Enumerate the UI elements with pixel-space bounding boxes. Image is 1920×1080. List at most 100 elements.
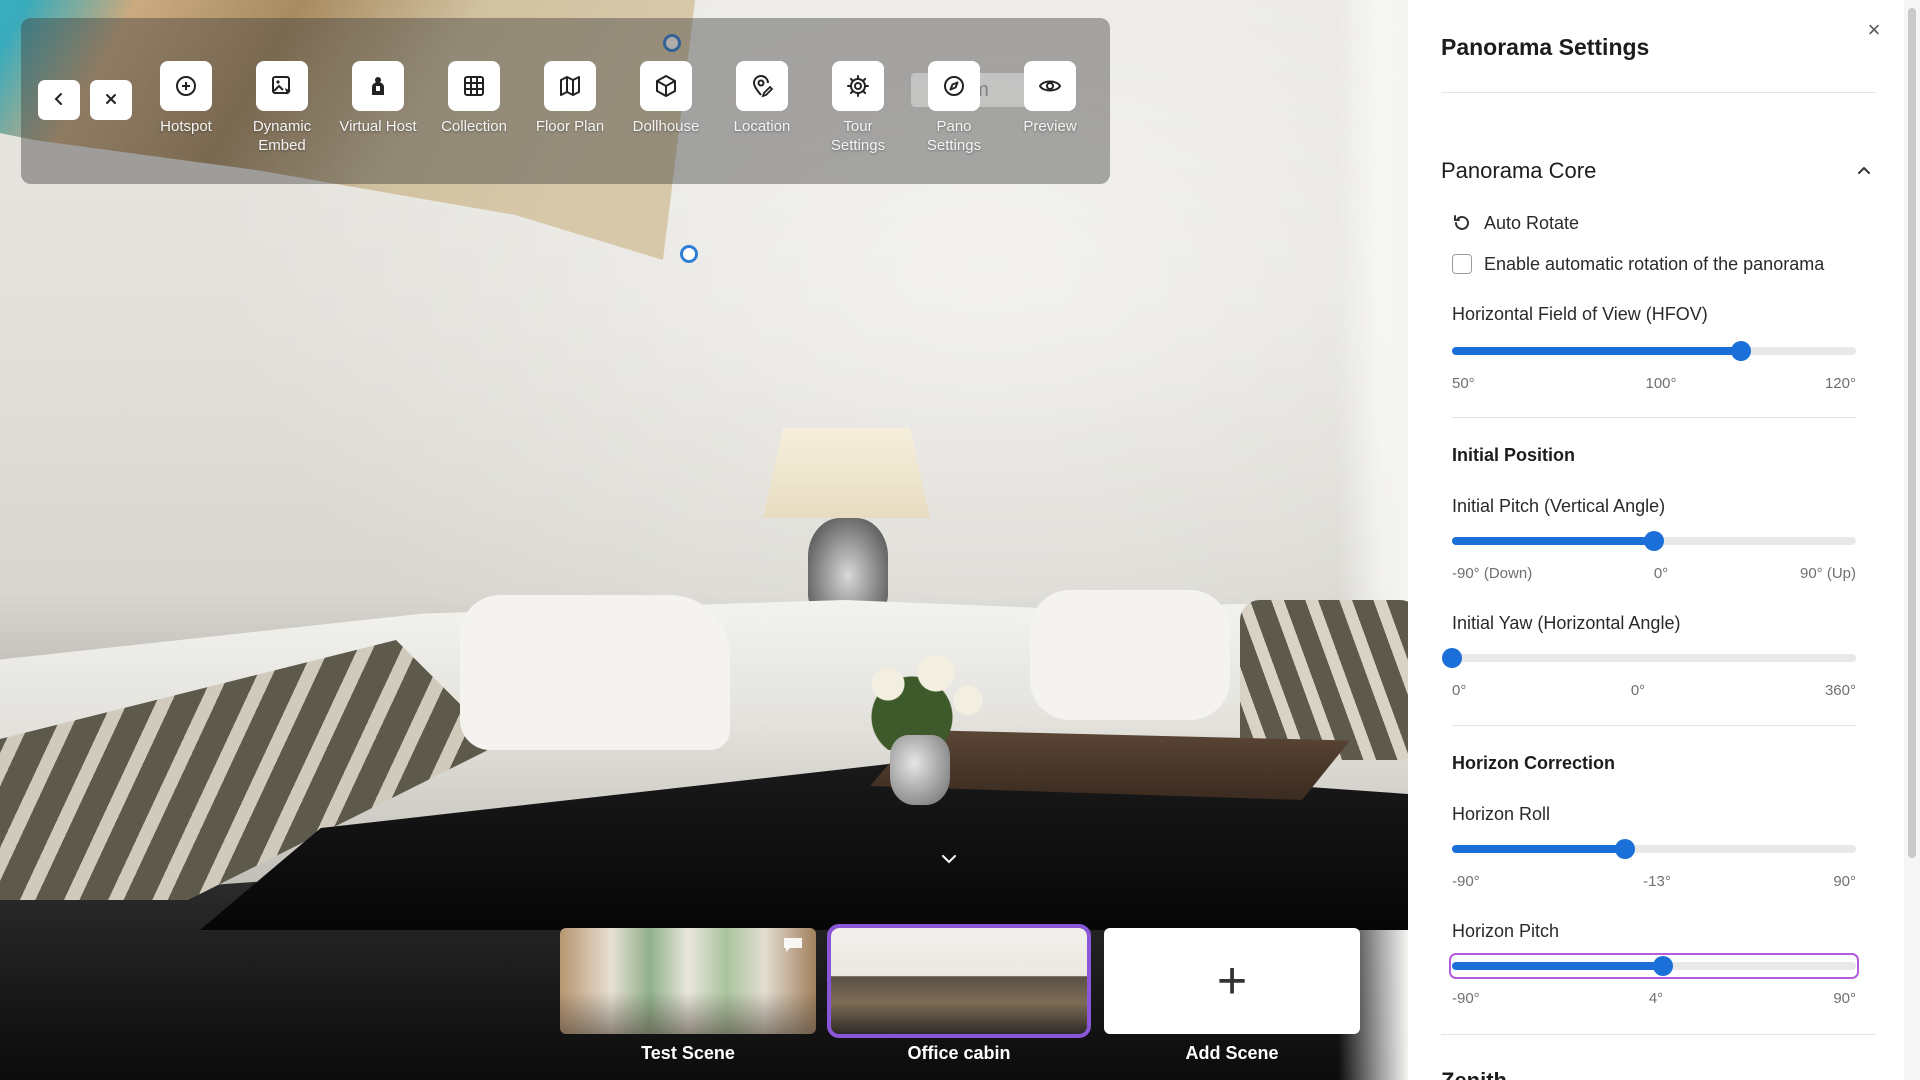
divider — [1452, 725, 1856, 726]
slider-knob[interactable] — [1614, 839, 1635, 859]
virtual-host-icon — [352, 61, 404, 111]
slider-fill — [1452, 537, 1654, 545]
initial-pitch-slider[interactable] — [1452, 531, 1856, 551]
zebra-pillow-right — [1240, 600, 1408, 760]
scene-label: Add Scene — [1185, 1043, 1279, 1063]
tool-label: Virtual Host — [339, 118, 417, 135]
panel-title: Panorama Settings — [1441, 34, 1650, 60]
gear-icon — [832, 61, 884, 111]
vase — [890, 735, 950, 805]
tool-label: Collection — [441, 118, 507, 135]
horizon-pitch-max-label: 90° — [1833, 990, 1856, 1007]
plus-icon: + — [1216, 952, 1248, 1010]
horizon-roll-mid-label: -13° — [1643, 873, 1671, 890]
tool-pano-settings[interactable]: Pano Settings — [909, 61, 999, 155]
initial-yaw-max-label: 360° — [1824, 682, 1856, 699]
panel-scrollbar[interactable] — [1904, 0, 1920, 1080]
rotate-icon — [1452, 213, 1472, 238]
flowers — [840, 640, 1000, 750]
floor-plan-icon — [544, 61, 596, 111]
tool-collection[interactable]: Collection — [429, 61, 519, 136]
tool-label: Dynamic Embed — [252, 118, 312, 154]
initial-pitch-min-label: -90° (Down) — [1452, 565, 1533, 582]
initial-pitch-mid-label: 0° — [1653, 565, 1669, 582]
tool-preview[interactable]: Preview — [1005, 61, 1095, 136]
hfov-slider[interactable] — [1452, 341, 1856, 361]
initial-yaw-slider[interactable] — [1442, 648, 1856, 668]
comment-icon — [782, 936, 804, 959]
tool-label: Hotspot — [160, 118, 212, 135]
initial-position-heading: Initial Position — [1452, 445, 1576, 465]
slider-fill — [1452, 845, 1625, 853]
initial-pitch-label: Initial Pitch (Vertical Angle) — [1452, 496, 1666, 516]
horizon-roll-label: Horizon Roll — [1452, 804, 1551, 824]
lamp-shade — [763, 428, 930, 518]
initial-yaw-min-label: 0° — [1452, 682, 1467, 699]
resize-handle-bottom[interactable] — [680, 245, 698, 263]
section-title[interactable]: Panorama Core — [1441, 158, 1596, 184]
location-icon — [736, 61, 788, 111]
horizon-roll-max-label: 90° — [1833, 873, 1856, 890]
scene-thumbnail-office-cabin[interactable] — [827, 924, 1091, 1038]
divider — [1452, 417, 1856, 418]
collapse-scenes-chevron-icon[interactable] — [938, 848, 960, 870]
tool-dynamic-embed[interactable]: Dynamic Embed — [237, 61, 327, 155]
editor-toolbar: Be om Hotspot Dynamic Embed — [21, 18, 1110, 184]
tool-label: Tour Settings — [830, 118, 886, 154]
tool-location[interactable]: Location — [717, 61, 807, 136]
tool-virtual-host[interactable]: Virtual Host — [333, 61, 423, 136]
close-toolbar-button[interactable] — [90, 80, 132, 120]
chevron-left-icon — [52, 90, 66, 111]
divider — [1441, 1034, 1876, 1035]
zenith-section-title[interactable]: Zenith — [1441, 1068, 1507, 1080]
compass-icon — [928, 61, 980, 111]
dollhouse-icon — [640, 61, 692, 111]
tool-label: Preview — [1023, 118, 1077, 135]
dynamic-embed-icon — [256, 61, 308, 111]
slider-knob[interactable] — [1644, 531, 1664, 551]
add-scene-button[interactable]: + — [1104, 928, 1360, 1034]
slider-knob[interactable] — [1730, 341, 1751, 361]
hfov-label: Horizontal Field of View (HFOV) — [1452, 304, 1708, 324]
slider-track — [1452, 654, 1856, 662]
white-pillow — [1030, 590, 1230, 720]
horizon-correction-heading: Horizon Correction — [1452, 753, 1616, 773]
close-icon — [104, 90, 118, 111]
scene-label: Test Scene — [641, 1043, 735, 1063]
scene-thumbnail-test-scene[interactable] — [560, 928, 816, 1034]
initial-yaw-label: Initial Yaw (Horizontal Angle) — [1452, 613, 1681, 633]
horizon-pitch-slider[interactable] — [1449, 953, 1859, 979]
horizon-pitch-label: Horizon Pitch — [1452, 921, 1560, 941]
initial-pitch-max-label: 90° (Up) — [1799, 565, 1856, 582]
tool-floor-plan[interactable]: Floor Plan — [525, 61, 615, 136]
divider — [1441, 92, 1876, 93]
close-panel-button[interactable]: × — [1860, 16, 1888, 44]
auto-rotate-label: Auto Rotate — [1484, 213, 1580, 233]
auto-rotate-checkbox[interactable] — [1452, 254, 1472, 274]
hfov-min-label: 50° — [1452, 375, 1475, 392]
tool-label: Pano Settings — [926, 118, 982, 154]
close-icon: × — [1867, 17, 1881, 42]
eye-icon — [1024, 61, 1076, 111]
tool-label: Location — [733, 118, 791, 135]
auto-rotate-checkbox-label[interactable]: Enable automatic rotation of the panoram… — [1484, 254, 1824, 275]
chevron-up-icon[interactable] — [1854, 160, 1874, 180]
slider-knob[interactable] — [1442, 648, 1462, 668]
lamp-base — [808, 518, 888, 614]
back-button[interactable] — [38, 80, 80, 120]
collection-icon — [448, 61, 500, 111]
tool-label: Dollhouse — [632, 118, 700, 135]
scrollbar-thumb[interactable] — [1908, 8, 1916, 858]
horizon-pitch-min-label: -90° — [1452, 990, 1480, 1007]
hotspot-icon — [160, 61, 212, 111]
panorama-viewport[interactable]: Be om Hotspot Dynamic Embed — [0, 0, 1408, 1080]
tool-label: Floor Plan — [535, 118, 605, 135]
horizon-roll-slider[interactable] — [1452, 839, 1856, 859]
tool-tour-settings[interactable]: Tour Settings — [813, 61, 903, 155]
tool-dollhouse[interactable]: Dollhouse — [621, 61, 711, 136]
slider-knob[interactable] — [1652, 956, 1673, 976]
slider-fill — [1452, 347, 1741, 355]
tool-hotspot[interactable]: Hotspot — [141, 61, 231, 136]
panorama-settings-panel: Panorama Settings × Panorama Core Auto R… — [1408, 0, 1920, 1080]
hfov-mid-label: 100° — [1645, 375, 1677, 392]
